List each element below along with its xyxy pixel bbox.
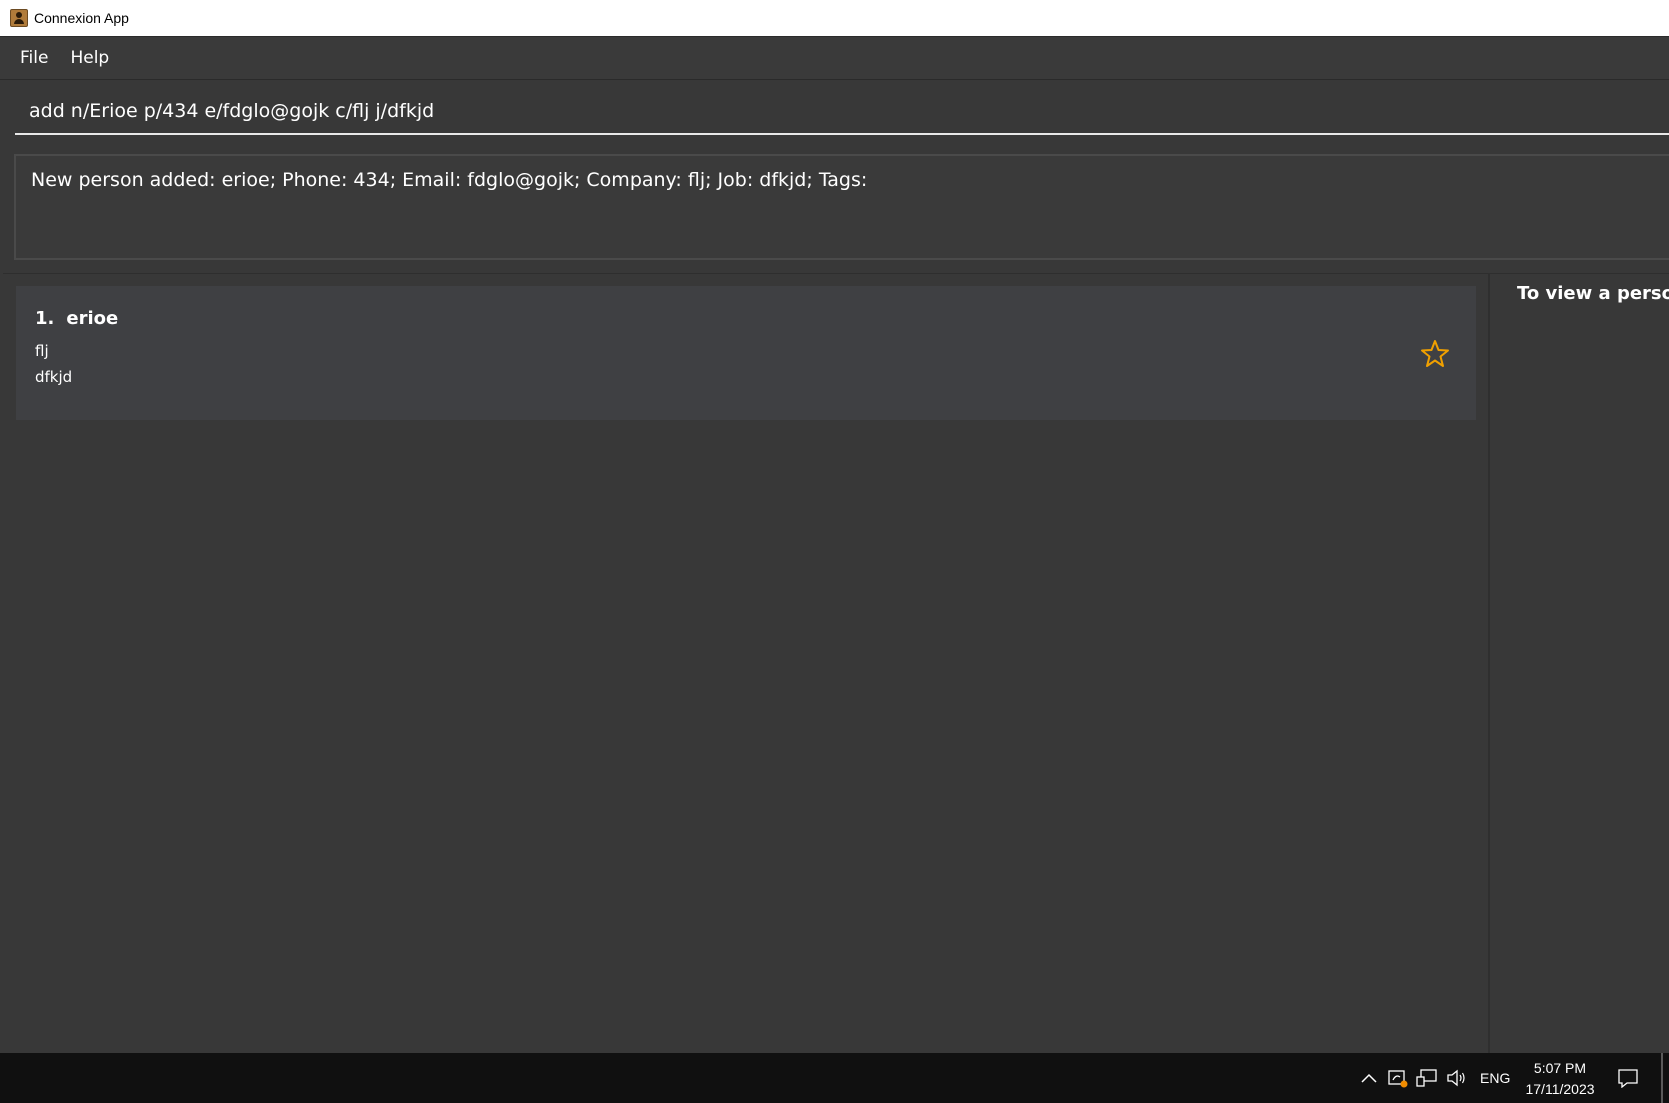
menu-help[interactable]: Help <box>60 48 119 68</box>
clock[interactable]: 5:07 PM 17/11/2023 <box>1518 1058 1602 1100</box>
person-detail-panel: To view a person <box>1490 273 1669 1053</box>
taskbar: ENG 5:07 PM 17/11/2023 <box>0 1053 1669 1103</box>
menu-bar: File Help <box>0 37 1669 80</box>
show-desktop-button[interactable] <box>1661 1053 1663 1103</box>
language-indicator[interactable]: ENG <box>1480 1070 1510 1086</box>
person-index: 1. <box>35 308 55 329</box>
result-display-area: New person added: erioe; Phone: 434; Ema… <box>0 147 1669 267</box>
clock-date: 17/11/2023 <box>1525 1081 1595 1097</box>
notification-icon[interactable] <box>1617 1067 1639 1089</box>
person-list-panel[interactable]: 1. erioe flj dfkjd <box>3 273 1488 1053</box>
security-icon[interactable] <box>1387 1067 1409 1089</box>
person-job: dfkjd <box>35 368 73 386</box>
chevron-up-icon[interactable] <box>1358 1067 1380 1089</box>
person-company: flj <box>35 342 49 360</box>
star-outline-icon[interactable] <box>1419 338 1451 370</box>
result-display: New person added: erioe; Phone: 434; Ema… <box>14 154 1669 260</box>
app-icon <box>10 9 28 27</box>
clock-time: 5:07 PM <box>1533 1060 1587 1076</box>
detail-hint: To view a person <box>1517 283 1669 304</box>
volume-icon[interactable] <box>1446 1067 1468 1089</box>
person-name: erioe <box>66 308 119 329</box>
person-card-title: 1. erioe <box>35 308 118 329</box>
person-card[interactable]: 1. erioe flj dfkjd <box>16 286 1476 420</box>
window-titlebar: Connexion App <box>0 0 1669 37</box>
window-title: Connexion App <box>34 10 129 26</box>
command-input[interactable] <box>15 88 1669 135</box>
command-box <box>0 81 1669 143</box>
menu-file[interactable]: File <box>10 48 58 68</box>
network-icon[interactable] <box>1416 1067 1438 1089</box>
